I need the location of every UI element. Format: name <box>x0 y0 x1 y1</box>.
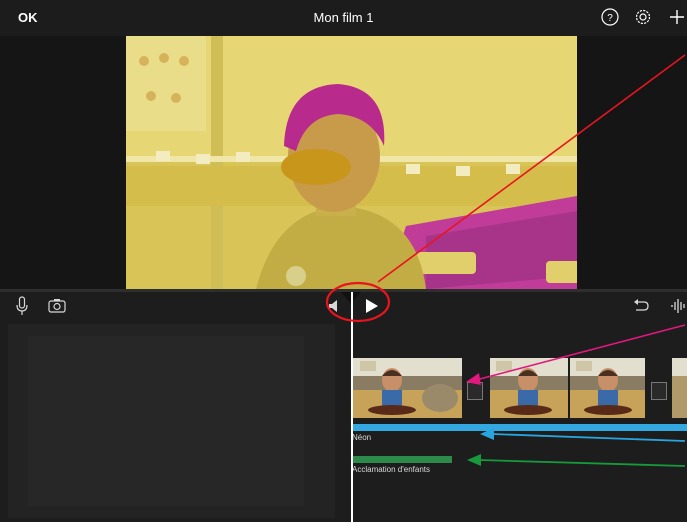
svg-text:?: ? <box>607 13 613 24</box>
video-clip-1[interactable] <box>352 358 462 418</box>
sound-effect-track[interactable] <box>351 456 452 463</box>
volume-icon[interactable] <box>328 298 340 314</box>
audio-waveform-icon[interactable] <box>670 296 687 316</box>
transition-2[interactable] <box>651 382 667 400</box>
settings-icon[interactable] <box>632 6 654 28</box>
playhead[interactable] <box>351 292 353 522</box>
camera-icon[interactable] <box>47 297 67 315</box>
video-clip-2[interactable] <box>490 358 645 418</box>
top-bar: OK Mon film 1 ? <box>0 0 687 36</box>
undo-icon[interactable] <box>632 297 650 315</box>
transition-1[interactable] <box>467 382 483 400</box>
timeline <box>0 322 687 522</box>
media-browser-empty-area <box>28 336 304 506</box>
clip-thumbnails <box>352 358 462 418</box>
video-clip-3[interactable] <box>672 358 687 418</box>
theme-music-track[interactable] <box>351 424 687 431</box>
help-icon[interactable]: ? <box>599 6 621 28</box>
sound-effect-label: Acclamation d'enfants <box>352 465 431 474</box>
imovie-editor: OK Mon film 1 ? Néon Acclamation d'enfan… <box>0 0 687 522</box>
media-browser-panel <box>8 324 335 518</box>
theme-music-label: Néon <box>352 433 372 442</box>
add-icon[interactable] <box>666 6 687 28</box>
timeline-toolbar <box>0 292 687 322</box>
play-icon[interactable] <box>364 297 380 315</box>
clip-thumbnails <box>672 358 687 418</box>
microphone-icon[interactable] <box>15 296 29 316</box>
project-title: Mon film 1 <box>313 10 374 25</box>
video-preview <box>126 36 577 289</box>
preview-frame-image <box>126 36 577 289</box>
clip-thumbnails <box>490 358 645 418</box>
video-preview-area <box>0 36 687 289</box>
